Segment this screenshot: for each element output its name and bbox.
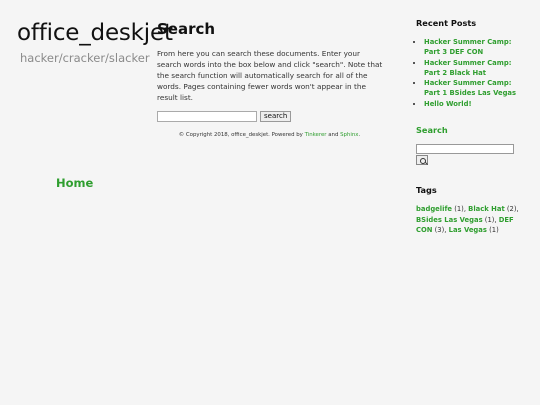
sidebar-search-button[interactable] [416, 155, 428, 166]
tinkerer-link[interactable]: Tinkerer [305, 132, 327, 138]
sidebar-search-form [416, 144, 526, 166]
tag-count: (1), [484, 215, 497, 224]
tag-link[interactable]: badgelife [416, 205, 452, 213]
tag-cloud: badgelife (1), Black Hat (2), BSides Las… [416, 204, 526, 236]
recent-post-link[interactable]: Hacker Summer Camp: Part 1 BSides Las Ve… [424, 79, 516, 97]
site-title[interactable]: office_deskjet [17, 18, 173, 48]
recent-posts-list: Hacker Summer Camp: Part 3 DEF CON Hacke… [416, 37, 526, 109]
home-link[interactable]: Home [56, 176, 93, 190]
page-title: Search [157, 20, 216, 38]
main-content: Search From here you can search these do… [157, 20, 385, 122]
tag-link[interactable]: BSides Las Vegas [416, 216, 483, 224]
search-input[interactable] [157, 111, 257, 122]
copyright-text: © Copyright 2018, office_deskjet. Powere… [178, 132, 303, 138]
search-instructions: From here you can search these documents… [157, 49, 383, 102]
tag-count: (1) [489, 226, 499, 235]
search-button[interactable]: search [260, 111, 292, 122]
list-item: Hello World! [424, 99, 526, 109]
site-branding: office_deskjet hacker/cracker/slacker [17, 18, 173, 65]
sidebar-search-heading: Search [416, 125, 448, 136]
magnifier-icon [420, 158, 426, 165]
search-form: search [157, 111, 385, 122]
tag-link[interactable]: Black Hat [468, 205, 505, 213]
site-tagline: hacker/cracker/slacker [20, 51, 150, 65]
list-item: Hacker Summer Camp: Part 1 BSides Las Ve… [424, 78, 526, 99]
recent-posts-heading: Recent Posts [416, 18, 477, 28]
sidebar: Recent Posts Hacker Summer Camp: Part 3 … [416, 18, 526, 236]
list-item: Hacker Summer Camp: Part 3 DEF CON [424, 37, 526, 58]
tag-count: (2), [506, 205, 519, 214]
tag-count: (1), [454, 205, 466, 214]
sphinx-link[interactable]: Sphinx [340, 132, 358, 138]
footer-and: and [328, 132, 339, 138]
tag-link[interactable]: Las Vegas [449, 226, 487, 234]
tag-count: (3), [434, 226, 447, 235]
recent-post-link[interactable]: Hello World! [424, 100, 472, 108]
footer-period: . [358, 132, 361, 138]
recent-post-link[interactable]: Hacker Summer Camp: Part 2 Black Hat [424, 59, 511, 77]
tags-heading: Tags [416, 185, 437, 196]
footer: © Copyright 2018, office_deskjet. Powere… [157, 132, 382, 138]
recent-post-link[interactable]: Hacker Summer Camp: Part 3 DEF CON [424, 38, 511, 56]
list-item: Hacker Summer Camp: Part 2 Black Hat [424, 58, 526, 79]
sidebar-search-input[interactable] [416, 144, 514, 155]
